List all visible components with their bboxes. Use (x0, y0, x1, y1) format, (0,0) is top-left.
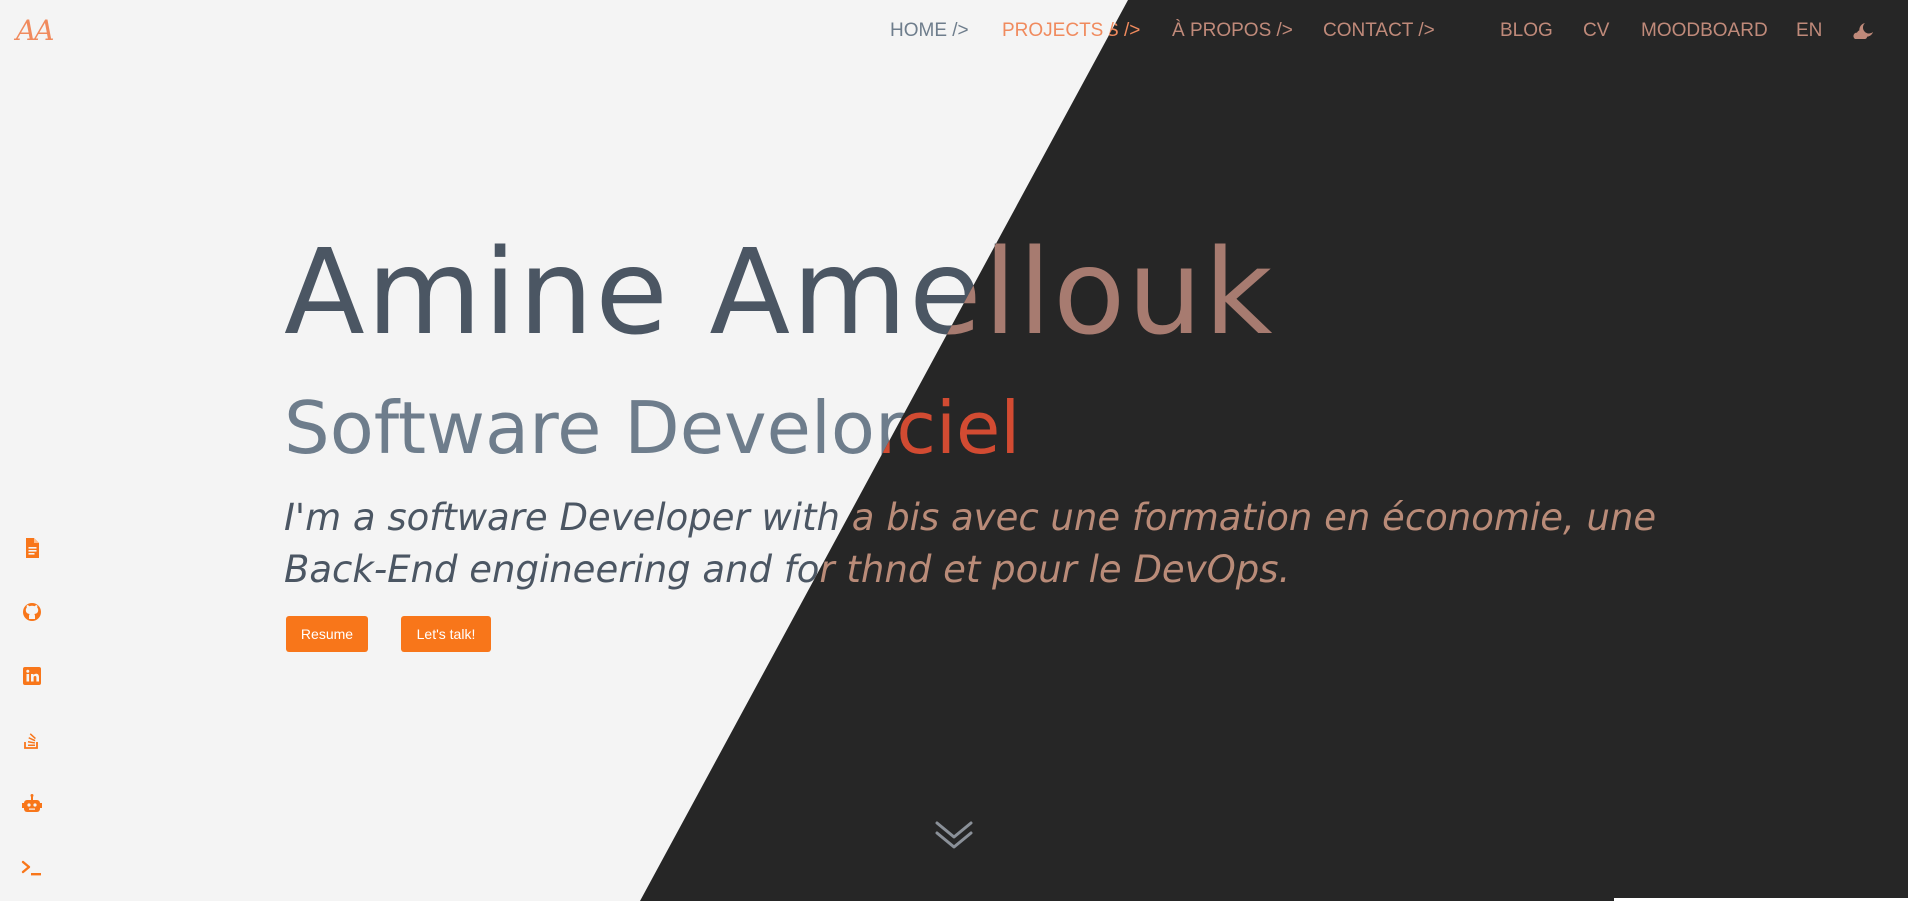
nav-home[interactable]: HOME /> (890, 20, 969, 42)
document-icon[interactable] (20, 536, 44, 560)
double-chevron-down-icon[interactable] (934, 817, 974, 853)
terminal-icon[interactable] (20, 856, 44, 880)
stackoverflow-icon[interactable] (20, 728, 44, 752)
nav-cv[interactable]: CV (1583, 20, 1609, 42)
linkedin-icon[interactable] (20, 664, 44, 688)
robot-icon[interactable] (20, 792, 44, 816)
nav-contact[interactable]: CONTACT /> (1323, 20, 1435, 42)
nav-moodboard[interactable]: MOODBOARD (1641, 20, 1768, 42)
moon-cloud-icon[interactable] (1852, 20, 1876, 42)
nav-about[interactable]: À PROPOS /> (1172, 20, 1293, 42)
github-icon[interactable] (20, 600, 44, 624)
nav-blog[interactable]: BLOG (1500, 20, 1553, 42)
nav-language[interactable]: EN (1796, 20, 1822, 42)
resume-button[interactable]: Resume (286, 616, 368, 652)
lets-talk-button[interactable]: Let's talk! (401, 616, 491, 652)
site-logo[interactable]: AA (16, 14, 54, 47)
nav-projects[interactable]: PROJECTS /> (1002, 20, 1125, 42)
